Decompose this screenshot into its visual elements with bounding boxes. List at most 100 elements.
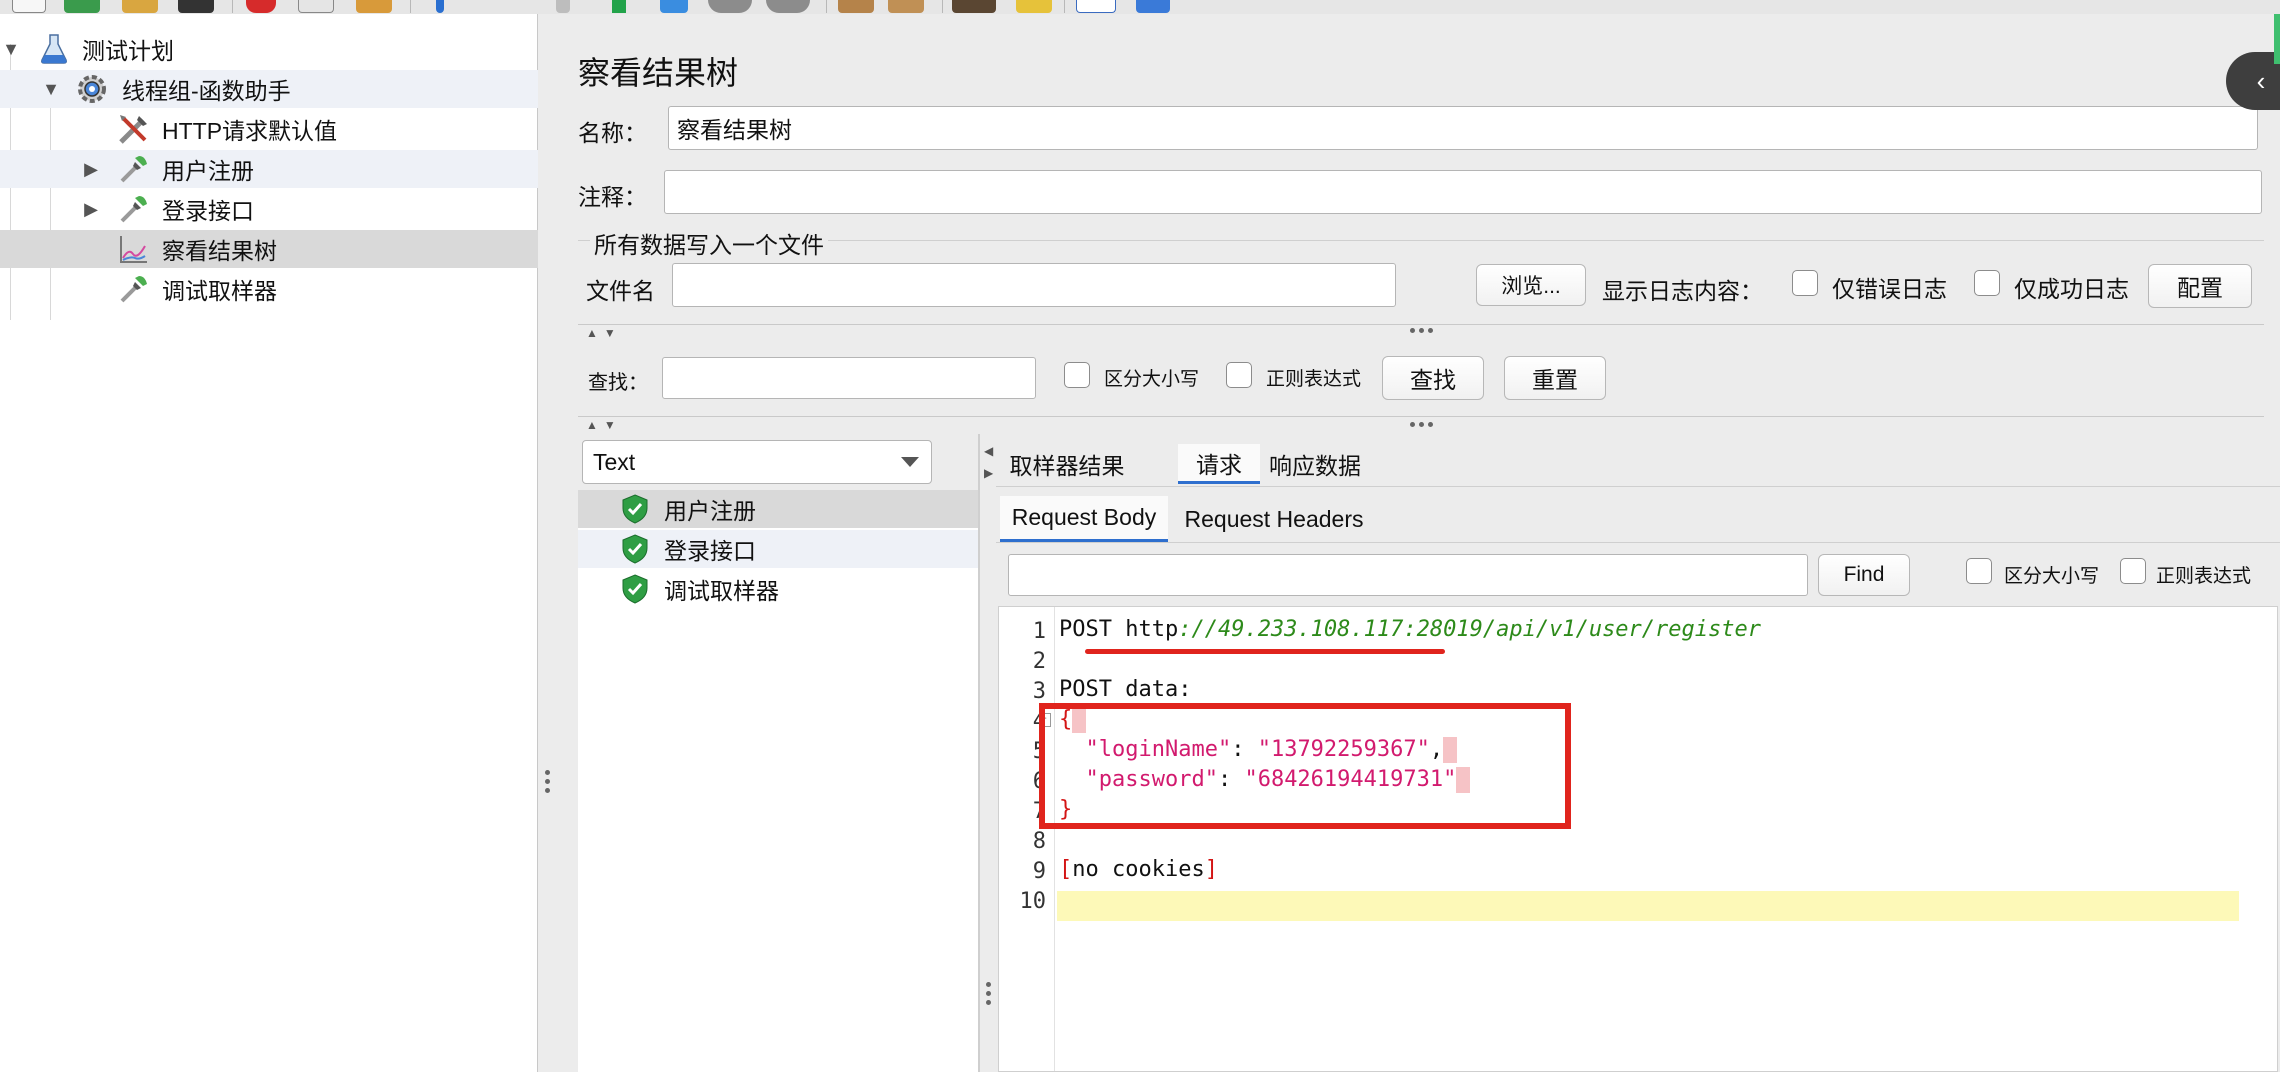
success-only-label: 仅成功日志 xyxy=(2014,276,2129,302)
view-results-tree-panel: 察看结果树 名称： 察看结果树 注释： 所有数据写入一个文件 文件名 浏览...… xyxy=(560,14,2280,1072)
tab-request-headers[interactable]: Request Headers xyxy=(1174,496,1374,542)
new-icon[interactable] xyxy=(12,0,46,13)
function-helper-icon[interactable] xyxy=(1076,0,1116,13)
templates-icon[interactable] xyxy=(64,0,100,13)
horizontal-splitter-handle[interactable] xyxy=(1410,422,1433,427)
comment-label: 注释： xyxy=(578,184,647,210)
toolbar-separator xyxy=(410,0,411,13)
side-accent-bar xyxy=(2274,14,2280,64)
success-shield-icon xyxy=(622,494,648,524)
collapse-arrow-icon[interactable]: ▼ xyxy=(0,39,22,60)
open-icon[interactable] xyxy=(122,0,158,13)
tree-item-user-register[interactable]: ▶ 用户注册 xyxy=(0,150,538,188)
expand-icon[interactable] xyxy=(436,0,444,13)
search-regex-label: 正则表达式 xyxy=(1266,369,1362,390)
copy-icon[interactable] xyxy=(298,0,334,13)
tab-request[interactable]: 请求 xyxy=(1178,444,1260,484)
cut-icon[interactable] xyxy=(246,0,276,13)
tree-item-label: 线程组-函数助手 xyxy=(122,78,291,104)
reset-search-icon[interactable] xyxy=(1016,0,1052,13)
expand-arrow-icon[interactable]: ▶ xyxy=(80,159,102,180)
tree-item-test-plan[interactable]: ▼ 测试计划 xyxy=(0,30,538,68)
chevron-down-icon xyxy=(901,457,919,467)
success-only-checkbox[interactable] xyxy=(1974,270,2000,296)
line-number: 9 xyxy=(1032,859,1046,884)
splitter-right-arrow-icon[interactable]: ▶ xyxy=(984,466,999,480)
shutdown-icon[interactable] xyxy=(766,0,810,13)
collapse-arrow-icon[interactable]: ▼ xyxy=(40,79,62,100)
side-collapse-button[interactable]: ‹ xyxy=(2226,52,2280,110)
collapse-split-arrows-icon[interactable]: ▲▼ xyxy=(586,326,622,340)
section-divider xyxy=(578,416,2264,417)
code-line-request: POST http://49.233.108.117:28019/api/v1/… xyxy=(1059,617,1761,642)
search-input[interactable] xyxy=(662,357,1036,399)
renderer-select-value: Text xyxy=(593,448,636,475)
horizontal-splitter-handle[interactable] xyxy=(1410,328,1433,333)
json-body-highlight-box xyxy=(1039,703,1571,829)
search-regex-checkbox[interactable] xyxy=(1226,362,1252,388)
configure-button[interactable]: 配置 xyxy=(2148,264,2252,308)
request-body-editor[interactable]: 1 2 3 4 5 6 7 8 9 10 - POST http://49.23… xyxy=(998,606,2278,1072)
current-line-highlight xyxy=(1057,891,2239,921)
result-item[interactable]: 登录接口 xyxy=(578,530,978,568)
tab-request-body[interactable]: Request Body xyxy=(1000,496,1168,542)
expand-arrow-icon[interactable]: ▶ xyxy=(80,199,102,220)
tree-item-debug-sampler[interactable]: 调试取样器 xyxy=(0,270,538,308)
toggle-icon[interactable] xyxy=(556,0,570,13)
filename-label: 文件名 xyxy=(586,278,655,304)
line-number-gutter: 1 2 3 4 5 6 7 8 9 10 xyxy=(999,607,1055,1071)
tab-response-data[interactable]: 响应数据 xyxy=(1264,444,1366,484)
section-divider xyxy=(578,324,2264,325)
listener-graph-icon xyxy=(116,231,152,267)
body-case-sensitive-checkbox[interactable] xyxy=(1966,558,1992,584)
paste-icon[interactable] xyxy=(356,0,392,13)
result-item-label: 调试取样器 xyxy=(664,578,779,604)
page-title: 察看结果树 xyxy=(578,55,739,91)
body-regex-checkbox[interactable] xyxy=(2120,558,2146,584)
name-field[interactable]: 察看结果树 xyxy=(668,106,2258,150)
toolbar-separator xyxy=(232,0,233,13)
tree-item-view-results-tree[interactable]: 察看结果树 xyxy=(0,230,538,268)
search-icon[interactable] xyxy=(952,0,996,13)
tree-item-label: HTTP请求默认值 xyxy=(162,118,338,144)
result-item[interactable]: 调试取样器 xyxy=(578,570,978,608)
result-item-label: 用户注册 xyxy=(664,498,756,524)
comment-field[interactable] xyxy=(664,170,2262,214)
code-line-post-data: POST data: xyxy=(1059,677,1192,702)
result-item[interactable]: 用户注册 xyxy=(578,490,978,528)
main-splitter-handle[interactable] xyxy=(543,770,551,793)
tab-underline xyxy=(996,486,2280,487)
renderer-select[interactable]: Text xyxy=(582,440,932,484)
tree-item-label: 测试计划 xyxy=(82,38,174,64)
reset-button[interactable]: 重置 xyxy=(1504,356,1606,400)
errors-only-checkbox[interactable] xyxy=(1792,270,1818,296)
clear-all-icon[interactable] xyxy=(888,0,924,13)
cookies-open-bracket: [ xyxy=(1059,857,1073,882)
results-splitter[interactable] xyxy=(978,434,980,1072)
tree-item-login-api[interactable]: ▶ 登录接口 xyxy=(0,190,538,228)
splitter-left-arrow-icon[interactable]: ◀ xyxy=(984,444,999,458)
url-scheme: http xyxy=(1125,617,1179,642)
sampler-pipette-icon xyxy=(116,271,152,307)
body-search-input[interactable] xyxy=(1008,554,1808,596)
results-splitter-handle[interactable] xyxy=(984,982,992,1005)
filename-field[interactable] xyxy=(672,263,1396,307)
http-method: POST xyxy=(1059,617,1126,642)
find-button[interactable]: 查找 xyxy=(1382,356,1484,400)
tab-sampler-result[interactable]: 取样器结果 xyxy=(1004,444,1130,484)
start-no-pause-icon[interactable] xyxy=(660,0,688,13)
collapse-split-arrows-icon[interactable]: ▲▼ xyxy=(586,418,622,432)
start-icon[interactable] xyxy=(612,0,626,13)
sample-results-list: 用户注册 登录接口 调试取样器 xyxy=(578,490,978,1072)
save-icon[interactable] xyxy=(178,0,214,13)
tree-item-thread-group[interactable]: ▼ 线程组-函数助手 xyxy=(0,70,538,108)
browse-button[interactable]: 浏览... xyxy=(1476,264,1586,306)
test-plan-flask-icon xyxy=(36,31,72,67)
stop-icon[interactable] xyxy=(708,0,752,13)
help-icon[interactable] xyxy=(1136,0,1170,13)
clear-icon[interactable] xyxy=(838,0,874,13)
body-find-button[interactable]: Find xyxy=(1818,554,1910,596)
tree-item-http-defaults[interactable]: HTTP请求默认值 xyxy=(0,110,538,148)
body-case-sensitive-label: 区分大小写 xyxy=(2004,566,2100,587)
search-case-sensitive-checkbox[interactable] xyxy=(1064,362,1090,388)
